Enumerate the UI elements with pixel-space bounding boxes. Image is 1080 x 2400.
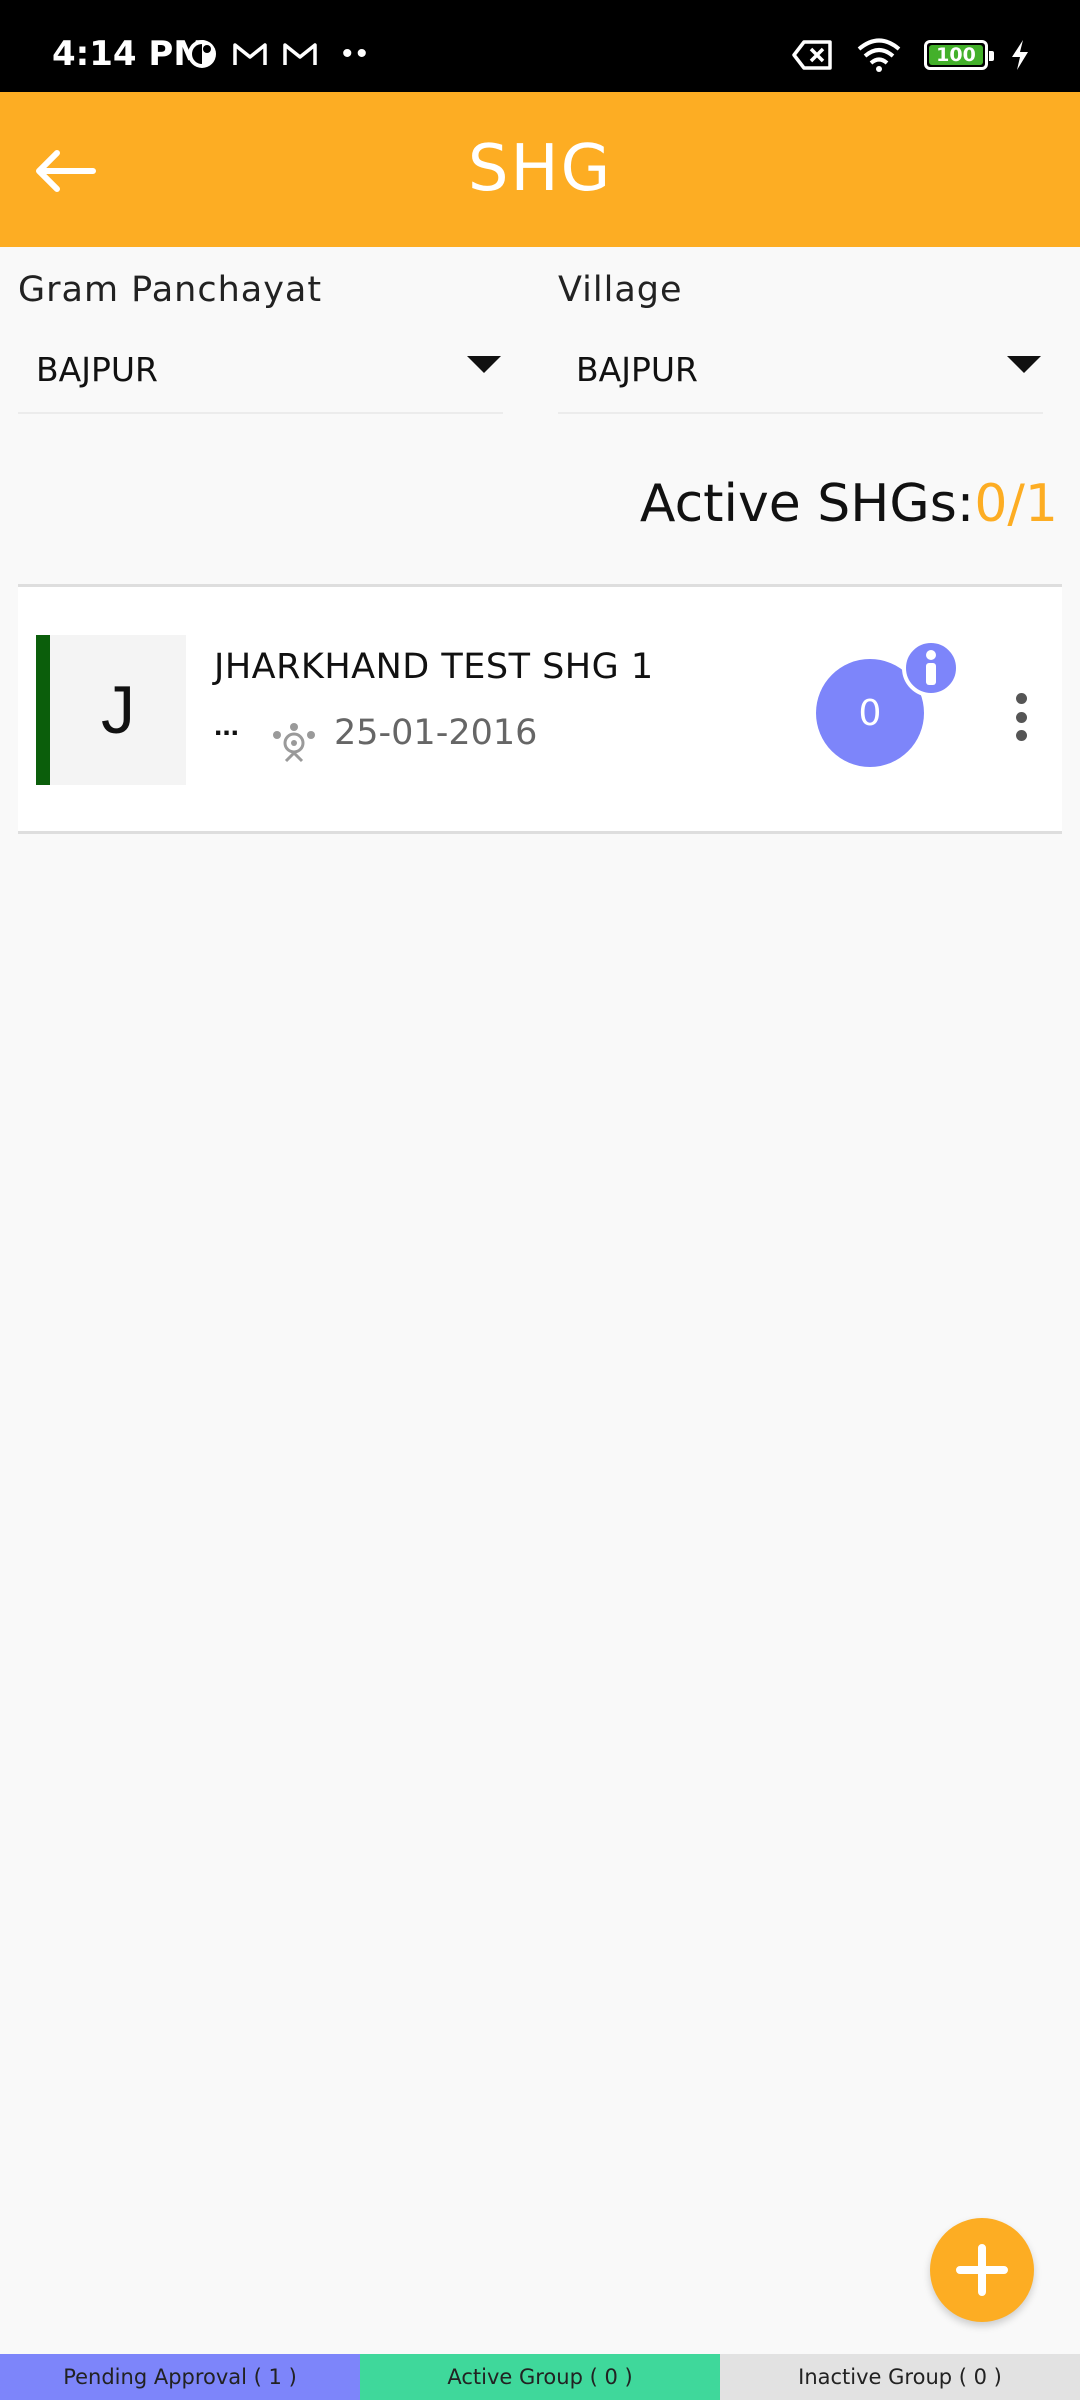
tab-inactive-group[interactable]: Inactive Group ( 0 ): [720, 2354, 1080, 2400]
battery-level: 100: [936, 44, 976, 66]
status-notification-icons: ••: [186, 38, 371, 70]
shg-list-item[interactable]: J JHARKHAND TEST SHG 1 ... 25-01-2016 0: [18, 584, 1062, 834]
plus-icon: [956, 2244, 1008, 2296]
shg-avatar: J: [50, 635, 186, 785]
active-shg-count: Active SHGs:0/1: [640, 474, 1058, 534]
shg-subtext: ...: [214, 709, 240, 742]
group-status-tabs: Pending Approval ( 1 ) Active Group ( 0 …: [0, 2354, 1080, 2400]
shg-name: JHARKHAND TEST SHG 1: [214, 647, 654, 687]
app-bar: SHG: [0, 92, 1080, 247]
tab-active-group[interactable]: Active Group ( 0 ): [360, 2354, 720, 2400]
village-value: BAJPUR: [576, 350, 698, 389]
dropdown-caret-icon: [1007, 356, 1041, 373]
gmail-icon: [283, 43, 317, 65]
more-options-button[interactable]: [1006, 687, 1036, 747]
status-time: 4:14 PM: [52, 34, 208, 74]
more-notifications-icon: ••: [342, 37, 372, 70]
no-sim-icon: [792, 40, 832, 70]
village-filter: Village BAJPUR: [558, 270, 1043, 414]
gram-panchayat-value: BAJPUR: [36, 350, 158, 389]
info-button[interactable]: [902, 639, 960, 697]
notification-badge-icon: [188, 40, 216, 68]
village-label: Village: [558, 270, 683, 310]
info-icon: [926, 650, 936, 685]
dropdown-caret-icon: [467, 356, 501, 373]
wifi-icon: [857, 38, 901, 72]
shg-formation-date: 25-01-2016: [334, 713, 538, 753]
status-system-icons: 100: [792, 38, 1030, 72]
gram-panchayat-label: Gram Panchayat: [18, 270, 323, 310]
meeting-icon: [273, 723, 315, 763]
gram-panchayat-filter: Gram Panchayat BAJPUR: [18, 270, 503, 414]
page-title: SHG: [467, 132, 613, 206]
tab-pending-approval[interactable]: Pending Approval ( 1 ): [0, 2354, 360, 2400]
gmail-icon: [233, 43, 267, 65]
active-shg-label: Active SHGs:: [639, 474, 975, 534]
battery-icon: 100: [924, 40, 994, 70]
add-shg-button[interactable]: [930, 2218, 1034, 2322]
active-shg-value: 0/1: [974, 474, 1058, 534]
charging-icon: [1012, 40, 1028, 70]
village-dropdown[interactable]: BAJPUR: [558, 338, 1043, 414]
gram-panchayat-dropdown[interactable]: BAJPUR: [18, 338, 503, 414]
status-bar: 4:14 PM •• 100: [0, 0, 1080, 92]
more-vertical-icon: [1015, 693, 1027, 704]
status-indicator: [36, 635, 50, 785]
